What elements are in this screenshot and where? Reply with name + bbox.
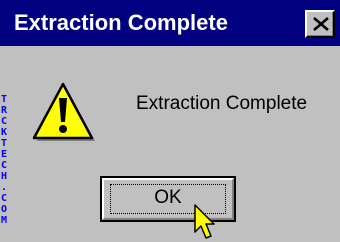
svg-text:T: T — [1, 138, 7, 149]
svg-text:C: C — [1, 193, 7, 204]
svg-text:C: C — [1, 160, 7, 171]
svg-text:E: E — [1, 149, 7, 160]
mouse-pointer-icon — [194, 204, 215, 239]
watermark-logo: T R C K T E C H . C O M — [1, 94, 8, 226]
close-x-icon — [313, 17, 329, 31]
svg-text:T: T — [1, 94, 7, 105]
svg-text:M: M — [1, 215, 7, 226]
close-button[interactable] — [305, 10, 335, 38]
dialog-message: Extraction Complete — [136, 93, 308, 114]
svg-text:C: C — [1, 116, 7, 127]
title-bar: Extraction Complete — [0, 0, 340, 46]
svg-text:R: R — [1, 105, 8, 116]
svg-text:O: O — [1, 204, 7, 215]
svg-text:H: H — [1, 171, 7, 182]
warning-icon — [32, 82, 95, 141]
window-title: Extraction Complete — [14, 10, 228, 35]
svg-text:K: K — [1, 127, 7, 138]
svg-text:.: . — [1, 182, 7, 193]
